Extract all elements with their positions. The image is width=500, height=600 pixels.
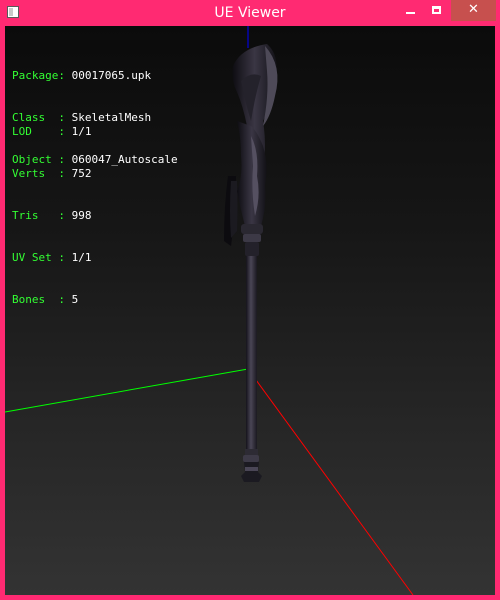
info-row-verts: Verts : 752: [12, 167, 91, 181]
info-label: Tris :: [12, 209, 65, 222]
info-label: Package:: [12, 69, 65, 82]
info-label: UV Set :: [12, 251, 65, 264]
info-row-bones: Bones : 5: [12, 293, 91, 307]
maximize-icon: [432, 6, 441, 14]
info-label: LOD :: [12, 125, 65, 138]
info-row-package: Package: 00017065.upk: [12, 69, 178, 83]
info-value: 998: [71, 209, 92, 222]
close-icon: ✕: [468, 2, 479, 17]
info-row-tris: Tris : 998: [12, 209, 91, 223]
info-value: 5: [71, 293, 79, 306]
info-label: Bones :: [12, 293, 65, 306]
info-value: 00017065.upk: [71, 69, 152, 82]
info-row-lod: LOD : 1/1: [12, 125, 91, 139]
minimize-icon: [406, 12, 415, 14]
mesh-info-panel: LOD : 1/1 Verts : 752 Tris : 998 UV Set …: [12, 97, 91, 335]
minimize-button[interactable]: [397, 0, 423, 21]
staff-mesh: [224, 44, 278, 482]
title-bar[interactable]: UE Viewer ✕: [0, 0, 500, 26]
app-window: UE Viewer ✕ Package: 00017065.upk Class …: [0, 0, 500, 600]
info-label: Verts :: [12, 167, 65, 180]
info-row-uvset: UV Set : 1/1: [12, 251, 91, 265]
info-value: 1/1: [71, 251, 92, 264]
maximize-button[interactable]: [424, 0, 451, 21]
3d-viewport[interactable]: Package: 00017065.upk Class : SkeletalMe…: [5, 26, 495, 595]
axis-x-line: [247, 368, 414, 595]
info-value: 1/1: [71, 125, 92, 138]
info-value: 752: [71, 167, 92, 180]
close-button[interactable]: ✕: [451, 0, 496, 21]
axis-y-line: [5, 368, 249, 413]
